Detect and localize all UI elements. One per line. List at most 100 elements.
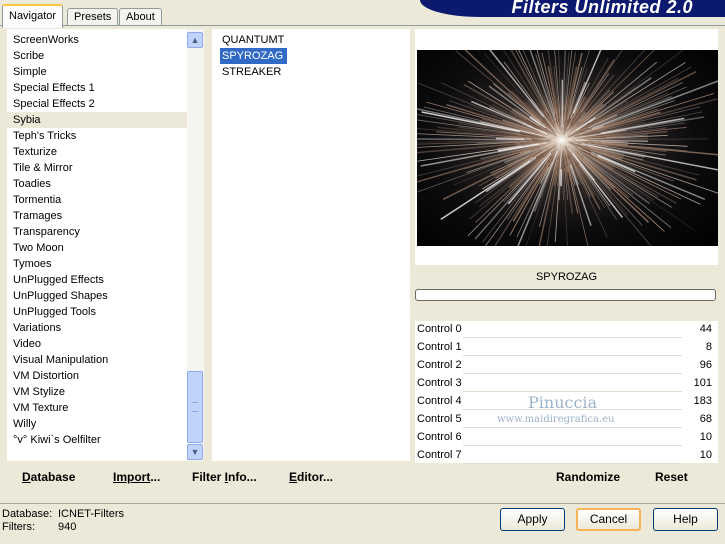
control-label: Control 3 bbox=[417, 377, 462, 389]
control-label: Control 5 bbox=[417, 413, 462, 425]
control-row[interactable]: Control 3 101 bbox=[415, 375, 718, 393]
category-scrollbar[interactable]: ▲ ▼ bbox=[187, 29, 204, 461]
database-accel: D bbox=[22, 470, 31, 484]
progress-bar bbox=[415, 289, 716, 301]
category-item[interactable]: Teph's Tricks bbox=[7, 128, 187, 144]
tab-presets[interactable]: Presets bbox=[67, 8, 119, 26]
category-item[interactable]: Scribe bbox=[7, 48, 187, 64]
preview-burst-graphic bbox=[417, 50, 718, 246]
editor-label: ditor... bbox=[297, 470, 334, 484]
category-item[interactable]: Tymoes bbox=[7, 256, 187, 272]
control-row[interactable]: Control 1 8 bbox=[415, 339, 718, 357]
preview-image bbox=[417, 50, 718, 246]
scroll-down-button[interactable]: ▼ bbox=[187, 444, 203, 460]
filter-item[interactable]: QUANTUMT bbox=[220, 32, 288, 48]
apply-button[interactable]: Apply bbox=[500, 508, 565, 531]
category-item[interactable]: Tramages bbox=[7, 208, 187, 224]
import-label: Import bbox=[113, 470, 151, 484]
controls-panel: Control 0 44 Control 1 8 Control 2 96 Control … bbox=[415, 321, 718, 465]
help-button[interactable]: Help bbox=[653, 508, 718, 531]
control-label: Control 6 bbox=[417, 431, 462, 443]
control-label: Control 1 bbox=[417, 341, 462, 353]
category-item[interactable]: Transparency bbox=[7, 224, 187, 240]
category-item[interactable]: VM Texture bbox=[7, 400, 187, 416]
category-item[interactable]: Special Effects 2 bbox=[7, 96, 187, 112]
category-item[interactable]: Willy bbox=[7, 416, 187, 432]
preset-actions-bar: Randomize Reset bbox=[415, 464, 718, 490]
category-item[interactable]: Texturize bbox=[7, 144, 187, 160]
control-value: 183 bbox=[693, 395, 712, 407]
tab-divider bbox=[0, 25, 725, 26]
watermark-name: Pinuccia bbox=[528, 393, 598, 412]
randomize-button[interactable]: Randomize bbox=[556, 470, 620, 484]
control-value: 96 bbox=[699, 359, 712, 371]
filters-info: Filters: 940 bbox=[2, 521, 76, 533]
control-slider[interactable] bbox=[463, 427, 682, 428]
category-list[interactable]: ScreenWorks Scribe Simple Special Effects 1… bbox=[7, 29, 187, 461]
control-value: 68 bbox=[699, 413, 712, 425]
category-item[interactable]: °v° Kiwi`s Oelfilter bbox=[7, 432, 187, 448]
control-value: 10 bbox=[699, 449, 712, 461]
filter-item[interactable]: STREAKER bbox=[220, 64, 285, 80]
category-item[interactable]: Two Moon bbox=[7, 240, 187, 256]
category-item[interactable]: Tormentia bbox=[7, 192, 187, 208]
control-label: Control 2 bbox=[417, 359, 462, 371]
tab-navigator[interactable]: Navigator bbox=[2, 4, 64, 28]
control-slider[interactable] bbox=[463, 373, 682, 374]
filter-item[interactable]: SPYROZAG bbox=[220, 48, 288, 64]
control-label: Control 7 bbox=[417, 449, 462, 461]
filter-info-button[interactable]: Filter Info... bbox=[192, 470, 257, 484]
database-info: Database: ICNET-Filters bbox=[2, 508, 124, 520]
filter-list[interactable]: QUANTUMT SPYROZAG STREAKER bbox=[212, 29, 410, 461]
category-item[interactable]: Tile & Mirror bbox=[7, 160, 187, 176]
control-value: 101 bbox=[693, 377, 712, 389]
cancel-button[interactable]: Cancel bbox=[576, 508, 641, 531]
control-value: 8 bbox=[705, 341, 712, 353]
category-item[interactable]: VM Stylize bbox=[7, 384, 187, 400]
filters-info-label: Filters: bbox=[2, 521, 35, 533]
chevron-up-icon: ▲ bbox=[190, 35, 200, 45]
control-row[interactable]: Control 0 44 bbox=[415, 321, 718, 339]
import-button[interactable]: Import... bbox=[113, 470, 160, 484]
category-item[interactable]: UnPlugged Effects bbox=[7, 272, 187, 288]
footer-separator bbox=[0, 503, 725, 504]
control-row[interactable]: Control 7 10 bbox=[415, 447, 718, 465]
category-item[interactable]: Variations bbox=[7, 320, 187, 336]
control-label: Control 0 bbox=[417, 323, 462, 335]
filters-info-value: 940 bbox=[58, 521, 77, 533]
database-label: atabase bbox=[30, 470, 76, 484]
category-item[interactable]: Video bbox=[7, 336, 187, 352]
control-row[interactable]: Control 2 96 bbox=[415, 357, 718, 375]
category-item[interactable]: UnPlugged Shapes bbox=[7, 288, 187, 304]
control-label: Control 4 bbox=[417, 395, 462, 407]
filter-info-rest: nfo... bbox=[228, 470, 257, 484]
control-slider[interactable] bbox=[463, 445, 682, 446]
category-item[interactable]: UnPlugged Tools bbox=[7, 304, 187, 320]
import-ellipsis: ... bbox=[150, 470, 161, 484]
category-item[interactable]: Visual Manipulation bbox=[7, 352, 187, 368]
control-slider[interactable] bbox=[463, 337, 682, 338]
watermark-site: www.maidiregrafica.eu bbox=[497, 414, 615, 425]
tab-about[interactable]: About bbox=[119, 8, 162, 26]
control-slider[interactable] bbox=[463, 391, 682, 392]
banner-title: Filters Unlimited 2.0 bbox=[511, 0, 693, 17]
category-item[interactable]: Special Effects 1 bbox=[7, 80, 187, 96]
category-item[interactable]: ScreenWorks bbox=[7, 32, 187, 48]
database-info-value: ICNET-Filters bbox=[58, 508, 124, 520]
control-value: 10 bbox=[699, 431, 712, 443]
scroll-thumb[interactable] bbox=[187, 371, 203, 443]
category-item[interactable]: VM Distortion bbox=[7, 368, 187, 384]
database-button[interactable]: Database bbox=[22, 470, 75, 484]
control-slider[interactable] bbox=[463, 355, 682, 356]
preview-panel bbox=[415, 29, 718, 265]
control-row[interactable]: Control 6 10 bbox=[415, 429, 718, 447]
category-item[interactable]: Toadies bbox=[7, 176, 187, 192]
editor-button[interactable]: Editor... bbox=[289, 470, 333, 484]
category-item[interactable]: Sybia bbox=[7, 112, 187, 128]
filter-name-display: SPYROZAG bbox=[415, 266, 718, 288]
scroll-up-button[interactable]: ▲ bbox=[187, 32, 203, 48]
list-actions-bar: Database Import... Filter Info... Editor… bbox=[7, 464, 410, 490]
category-item[interactable]: Simple bbox=[7, 64, 187, 80]
title-banner: Filters Unlimited 2.0 bbox=[420, 0, 725, 17]
reset-button[interactable]: Reset bbox=[655, 470, 688, 484]
